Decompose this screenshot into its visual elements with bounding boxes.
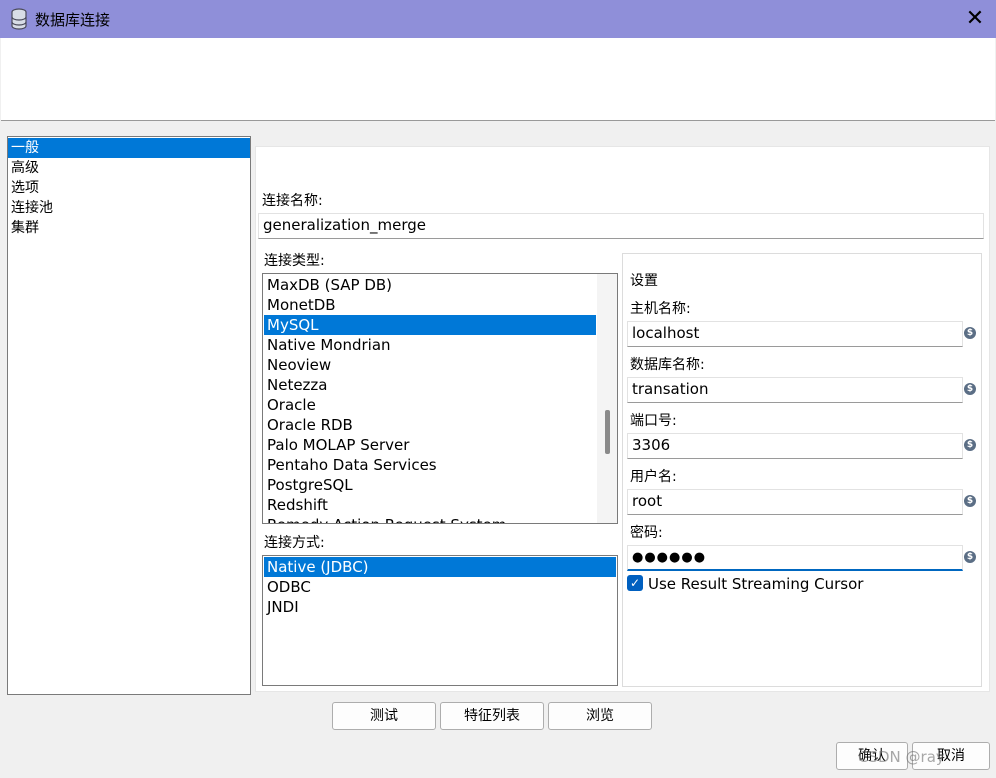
variable-icon[interactable]: $ (964, 439, 976, 451)
list-item[interactable]: Native (JDBC) (264, 557, 616, 577)
streaming-cursor-label: Use Result Streaming Cursor (648, 575, 864, 593)
connection-type-list[interactable]: MaxDB (SAP DB) MonetDB MySQL Native Mond… (262, 273, 618, 524)
scroll-thumb[interactable] (605, 410, 610, 454)
list-item[interactable]: MaxDB (SAP DB) (264, 275, 596, 295)
dialog-header (1, 38, 995, 121)
nav-item-general[interactable]: 一般 (8, 138, 250, 158)
list-item[interactable]: Native Mondrian (264, 335, 596, 355)
feature-list-button[interactable]: 特征列表 (440, 702, 544, 730)
streaming-cursor-checkbox[interactable]: ✓ (627, 575, 643, 591)
list-item[interactable]: MySQL (264, 315, 596, 335)
window-title: 数据库连接 (35, 11, 111, 29)
nav-item-options[interactable]: 选项 (8, 178, 250, 198)
list-item[interactable]: Oracle (264, 395, 596, 415)
host-label: 主机名称: (630, 301, 691, 317)
list-item[interactable]: Palo MOLAP Server (264, 435, 596, 455)
close-icon[interactable]: ✕ (960, 4, 990, 34)
database-name-label: 数据库名称: (630, 357, 705, 373)
connection-type-label: 连接类型: (264, 253, 325, 269)
access-list[interactable]: Native (JDBC) ODBC JNDI (262, 555, 618, 686)
password-field[interactable]: ●●●●●● (627, 545, 963, 571)
username-field[interactable]: root (627, 489, 963, 515)
nav-item-pooling[interactable]: 连接池 (8, 198, 250, 218)
nav-list: 一般 高级 选项 连接池 集群 (7, 136, 251, 695)
settings-title: 设置 (630, 273, 658, 289)
watermark: CSDN @ray (858, 748, 945, 766)
variable-icon[interactable]: $ (964, 551, 976, 563)
explore-button[interactable]: 浏览 (548, 702, 652, 730)
variable-icon[interactable]: $ (964, 383, 976, 395)
list-item[interactable]: PostgreSQL (264, 475, 596, 495)
list-item[interactable]: JNDI (264, 597, 616, 617)
list-item[interactable]: MonetDB (264, 295, 596, 315)
list-item[interactable]: Pentaho Data Services (264, 455, 596, 475)
nav-item-advanced[interactable]: 高级 (8, 158, 250, 178)
list-item[interactable]: Redshift (264, 495, 596, 515)
connection-name-field[interactable]: generalization_merge (258, 213, 984, 239)
connection-name-label: 连接名称: (262, 193, 323, 209)
list-item[interactable]: Oracle RDB (264, 415, 596, 435)
list-item[interactable]: Netezza (264, 375, 596, 395)
title-bar: 数据库连接 ✕ (0, 0, 996, 38)
password-label: 密码: (630, 525, 663, 541)
database-name-field[interactable]: transation (627, 377, 963, 403)
nav-item-clustering[interactable]: 集群 (8, 218, 250, 238)
access-label: 连接方式: (264, 535, 325, 551)
list-item[interactable]: ODBC (264, 577, 616, 597)
database-icon (11, 8, 27, 30)
list-item[interactable]: Neoview (264, 355, 596, 375)
test-button[interactable]: 测试 (332, 702, 436, 730)
variable-icon[interactable]: $ (964, 327, 976, 339)
username-label: 用户名: (630, 469, 677, 485)
port-label: 端口号: (630, 413, 677, 429)
port-field[interactable]: 3306 (627, 433, 963, 459)
host-field[interactable]: localhost (627, 321, 963, 347)
list-item[interactable]: Remedy Action Request System (264, 515, 596, 523)
variable-icon[interactable]: $ (964, 495, 976, 507)
scrollbar[interactable] (597, 274, 617, 523)
